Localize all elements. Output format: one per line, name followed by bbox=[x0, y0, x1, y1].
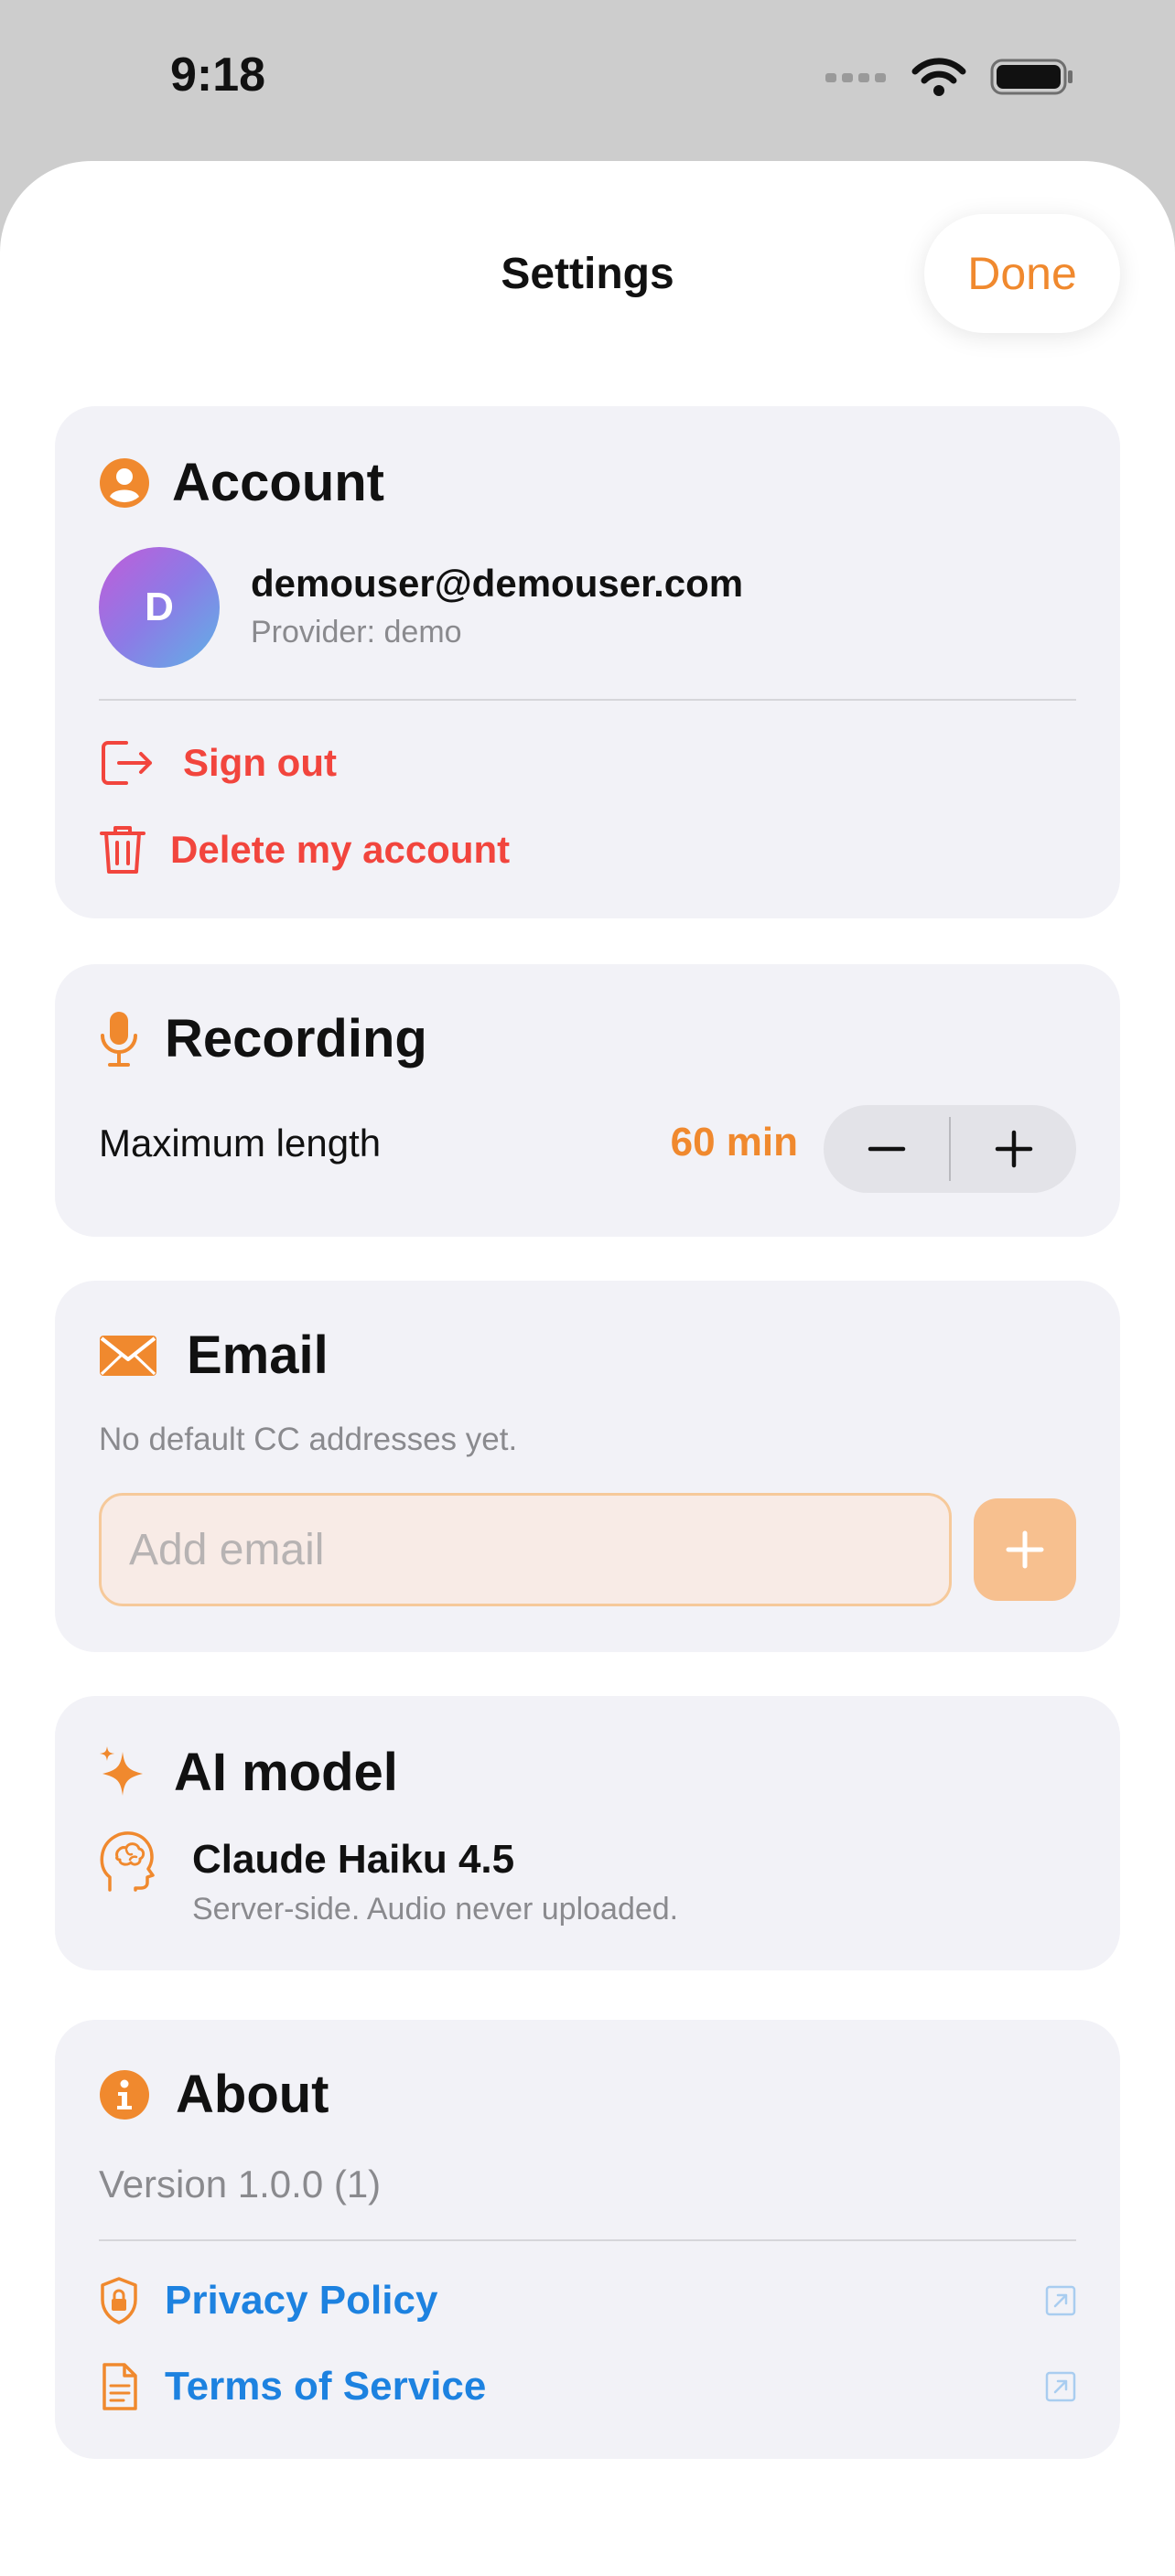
ai-model-title: AI model bbox=[174, 1743, 398, 1802]
cellular-signal-icon bbox=[825, 73, 886, 82]
about-header: About bbox=[99, 2064, 329, 2125]
settings-sheet: Settings Done Account D demouser@demouse… bbox=[0, 161, 1175, 2576]
terms-of-service-link[interactable]: Terms of Service bbox=[99, 2355, 1076, 2419]
avatar: D bbox=[99, 547, 220, 668]
shield-lock-icon bbox=[99, 2276, 139, 2325]
terms-of-service-label: Terms of Service bbox=[165, 2364, 487, 2409]
decrement-button[interactable] bbox=[824, 1105, 949, 1193]
recording-title: Recording bbox=[165, 1009, 427, 1068]
max-length-value: 60 min bbox=[670, 1120, 798, 1165]
privacy-policy-link[interactable]: Privacy Policy bbox=[99, 2269, 1076, 2333]
document-icon bbox=[99, 2362, 139, 2411]
plus-icon bbox=[995, 1130, 1032, 1168]
email-header: Email bbox=[99, 1325, 329, 1386]
app-version: Version 1.0.0 (1) bbox=[99, 2163, 382, 2206]
model-description: Server-side. Audio never uploaded. bbox=[192, 1892, 679, 1927]
envelope-icon bbox=[99, 1334, 157, 1378]
delete-account-label: Delete my account bbox=[170, 828, 511, 871]
sign-out-button[interactable]: Sign out bbox=[99, 737, 337, 789]
status-bar: 9:18 bbox=[0, 0, 1175, 156]
privacy-policy-label: Privacy Policy bbox=[165, 2278, 438, 2323]
ai-model-header: AI model bbox=[99, 1742, 398, 1803]
user-email: demouser@demouser.com bbox=[251, 562, 744, 605]
about-title: About bbox=[176, 2065, 329, 2124]
divider bbox=[99, 699, 1076, 701]
info-circle-icon bbox=[99, 2069, 150, 2120]
user-provider: Provider: demo bbox=[251, 615, 462, 649]
max-length-label: Maximum length bbox=[99, 1122, 382, 1165]
wifi-icon bbox=[911, 58, 966, 96]
battery-icon bbox=[990, 59, 1073, 95]
divider bbox=[99, 2239, 1076, 2241]
about-card: About Version 1.0.0 (1) Privacy Policy T… bbox=[55, 2020, 1120, 2459]
recording-card: Recording Maximum length 60 min bbox=[55, 964, 1120, 1237]
external-link-icon bbox=[1045, 2285, 1076, 2316]
minus-icon bbox=[868, 1146, 905, 1152]
add-email-input[interactable] bbox=[99, 1493, 952, 1606]
status-time: 9:18 bbox=[170, 48, 266, 102]
model-name: Claude Haiku 4.5 bbox=[192, 1837, 515, 1882]
email-hint: No default CC addresses yet. bbox=[99, 1422, 518, 1457]
account-header: Account bbox=[99, 452, 384, 513]
email-card: Email No default CC addresses yet. bbox=[55, 1281, 1120, 1652]
brain-head-icon bbox=[99, 1830, 156, 1894]
account-title: Account bbox=[172, 453, 384, 512]
avatar-initial: D bbox=[145, 585, 174, 629]
microphone-icon bbox=[99, 1010, 139, 1068]
status-icons bbox=[825, 57, 1074, 97]
recording-header: Recording bbox=[99, 1008, 427, 1069]
sign-out-label: Sign out bbox=[183, 741, 337, 784]
add-email-button[interactable] bbox=[974, 1498, 1076, 1601]
email-title: Email bbox=[187, 1326, 329, 1385]
external-link-icon bbox=[1045, 2371, 1076, 2402]
plus-icon bbox=[1006, 1530, 1044, 1569]
person-circle-icon bbox=[99, 457, 150, 509]
sign-out-icon bbox=[99, 737, 156, 789]
ai-model-card: AI model Claude Haiku 4.5 Server-side. A… bbox=[55, 1696, 1120, 1970]
sparkles-icon bbox=[99, 1744, 148, 1801]
account-card: Account D demouser@demouser.com Provider… bbox=[55, 406, 1120, 918]
trash-icon bbox=[99, 823, 146, 876]
max-length-stepper[interactable] bbox=[824, 1105, 1076, 1193]
delete-account-button[interactable]: Delete my account bbox=[99, 823, 510, 876]
done-button[interactable]: Done bbox=[924, 214, 1120, 333]
increment-button[interactable] bbox=[951, 1105, 1076, 1193]
